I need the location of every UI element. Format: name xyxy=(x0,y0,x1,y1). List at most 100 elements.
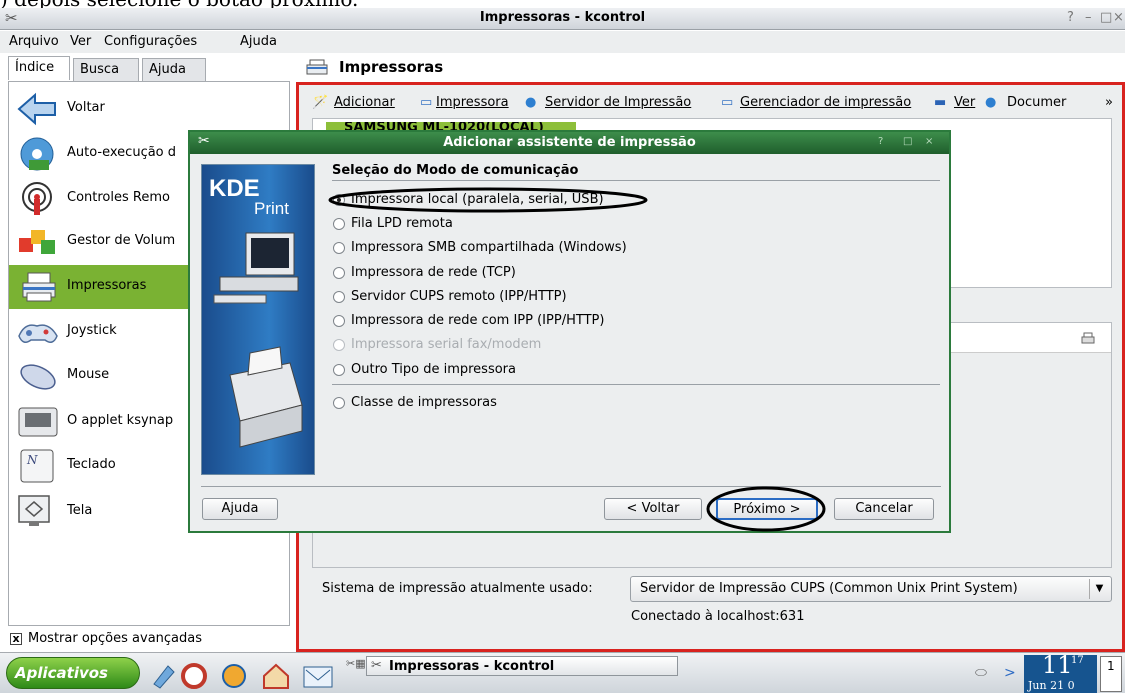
minimize-icon[interactable]: – xyxy=(1085,10,1092,25)
dialog-titlebar[interactable]: ✂ Adicionar assistente de impressão ? □ … xyxy=(190,132,949,154)
manager-doc-icon: ▭ xyxy=(721,95,734,110)
clock-minutes: 17 xyxy=(1071,655,1084,666)
touchpad-icon xyxy=(18,407,58,437)
radio-button[interactable] xyxy=(333,397,345,409)
applications-menu-button[interactable]: Aplicativos xyxy=(6,657,140,689)
dialog-close-icon[interactable]: × xyxy=(925,136,933,147)
sidebar-item-label: Mouse xyxy=(67,367,110,382)
caption-text: ) depois selecione o botão próximo. xyxy=(0,0,1125,8)
taskbar-window-kcontrol[interactable]: ✂ Impressoras - kcontrol xyxy=(366,656,678,676)
radio-button[interactable] xyxy=(333,291,345,303)
sidebar-item-voltar[interactable]: Voltar xyxy=(9,87,289,131)
expand-tray-icon[interactable]: > xyxy=(1004,665,1016,681)
print-system-label: Sistema de impressão atualmente usado: xyxy=(322,581,593,596)
radio-button[interactable] xyxy=(333,242,345,254)
home-icon xyxy=(263,663,289,689)
option-label: Fila LPD remota xyxy=(351,216,453,231)
volume-manager-icon xyxy=(19,230,55,254)
dialog-title: Adicionar assistente de impressão xyxy=(443,135,696,150)
printer-icon xyxy=(306,59,328,75)
menu-ver[interactable]: Ver xyxy=(70,34,91,49)
remote-control-icon xyxy=(22,182,52,215)
radio-button[interactable] xyxy=(333,267,345,279)
clock-hour: 11 xyxy=(1042,651,1073,679)
network-tray-icon[interactable]: ⬭ xyxy=(975,665,987,681)
option-label: Classe de impressoras xyxy=(351,395,497,410)
globe-icon xyxy=(222,664,246,688)
back-button[interactable]: < Voltar xyxy=(604,498,702,520)
page-title: Impressoras xyxy=(339,58,444,76)
close-icon[interactable]: × xyxy=(1113,10,1124,25)
menu-ajuda[interactable]: Ajuda xyxy=(240,34,277,49)
radio-button[interactable] xyxy=(333,218,345,230)
option-label: Outro Tipo de impressora xyxy=(351,362,516,377)
kcontrol-tools-icon: ✂ xyxy=(371,658,382,673)
option-label: Impressora serial fax/modem xyxy=(351,337,542,352)
sidebar-item-label: Voltar xyxy=(67,100,105,115)
toolbar-overflow-button[interactable]: » xyxy=(1105,95,1113,110)
help-button[interactable]: Ajuda xyxy=(202,498,278,520)
printer-icon xyxy=(22,272,56,302)
option-label: Impressora de rede com IPP (IPP/HTTP) xyxy=(351,313,605,328)
desktop-pager[interactable]: 1 xyxy=(1100,656,1122,692)
sidebar-item-label: O applet ksynap xyxy=(67,413,174,428)
kde-print-banner: KDE Print xyxy=(201,164,315,475)
computer-printer-illustration xyxy=(213,232,303,448)
printer-small-icon[interactable] xyxy=(1081,332,1095,346)
server-icon: ● xyxy=(525,95,537,110)
sidebar-item-label: Teclado xyxy=(67,457,116,472)
clock-date: Jun 21 0 xyxy=(1028,679,1075,692)
documentation-button[interactable]: Documer xyxy=(1007,95,1066,110)
print-system-select[interactable]: Servidor de Impressão CUPS (Common Unix … xyxy=(630,576,1112,602)
tray-tools-icon[interactable]: ✂▦ xyxy=(346,657,366,670)
quick-launch-icons xyxy=(153,663,333,689)
option-label: Impressora de rede (TCP) xyxy=(351,265,516,280)
back-arrow-icon xyxy=(17,92,56,126)
chevron-down-icon[interactable]: ▼ xyxy=(1089,579,1109,599)
maximize-icon[interactable]: □ xyxy=(1100,10,1112,25)
communication-mode-heading: Seleção do Modo de comunicação xyxy=(332,163,579,178)
sidebar-item-label: Auto-execução d xyxy=(67,145,177,160)
radio-button xyxy=(333,339,345,351)
kde-logo-subtext: Print xyxy=(254,199,289,218)
radio-button[interactable] xyxy=(333,315,345,327)
help-icon[interactable]: ? xyxy=(1067,10,1074,25)
pager-desktop-number: 1 xyxy=(1107,659,1115,673)
window-title: Impressoras - kcontrol xyxy=(479,10,646,25)
printer-doc-icon: ▭ xyxy=(420,95,433,110)
sidebar-item-label: Controles Remo xyxy=(67,190,170,205)
caption-label: ) depois selecione o botão próximo. xyxy=(0,0,358,8)
menu-configuracoes[interactable]: Configurações xyxy=(104,34,197,49)
window-titlebar[interactable]: ✂ Impressoras - kcontrol ? – □ × xyxy=(0,8,1125,30)
menubar: Arquivo Ver Configurações Ajuda xyxy=(0,31,1125,53)
kde-logo-text: KDE xyxy=(209,175,260,202)
buttons-divider xyxy=(201,486,941,487)
advanced-options-label: Mostrar opções avançadas xyxy=(28,631,203,646)
sidebar-item-label: Impressoras xyxy=(67,278,147,293)
tab-busca[interactable]: Busca xyxy=(73,58,139,81)
options-divider xyxy=(332,384,940,385)
dialog-help-icon[interactable]: ? xyxy=(878,136,883,147)
task-label: Impressoras - kcontrol xyxy=(389,659,555,674)
radio-button[interactable] xyxy=(333,364,345,376)
tab-ajuda[interactable]: Ajuda xyxy=(142,58,206,81)
autorun-icon xyxy=(20,137,54,171)
view-button[interactable]: Ver xyxy=(954,95,975,110)
sidebar-item-label: Tela xyxy=(67,503,93,518)
menu-arquivo[interactable]: Arquivo xyxy=(9,34,59,49)
connection-status: Conectado à localhost:631 xyxy=(631,609,805,624)
printer-menu-button[interactable]: Impressora xyxy=(436,95,509,110)
highlight-ellipse-next xyxy=(706,486,826,532)
dialog-maximize-icon[interactable]: □ xyxy=(903,136,912,147)
pen-edit-icon xyxy=(153,665,175,689)
clock[interactable]: 11 17 Jun 21 0 xyxy=(1024,651,1097,693)
cancel-button[interactable]: Cancelar xyxy=(834,498,934,520)
mouse-icon xyxy=(20,364,56,390)
advanced-checkbox[interactable]: x xyxy=(10,633,22,645)
add-button[interactable]: Adicionar xyxy=(334,95,395,110)
print-manager-button[interactable]: Gerenciador de impressão xyxy=(740,95,911,110)
print-server-button[interactable]: Servidor de Impressão xyxy=(545,95,691,110)
display-icon xyxy=(18,495,50,526)
section-divider xyxy=(332,180,940,181)
tab-indice[interactable]: Índice xyxy=(8,56,70,80)
